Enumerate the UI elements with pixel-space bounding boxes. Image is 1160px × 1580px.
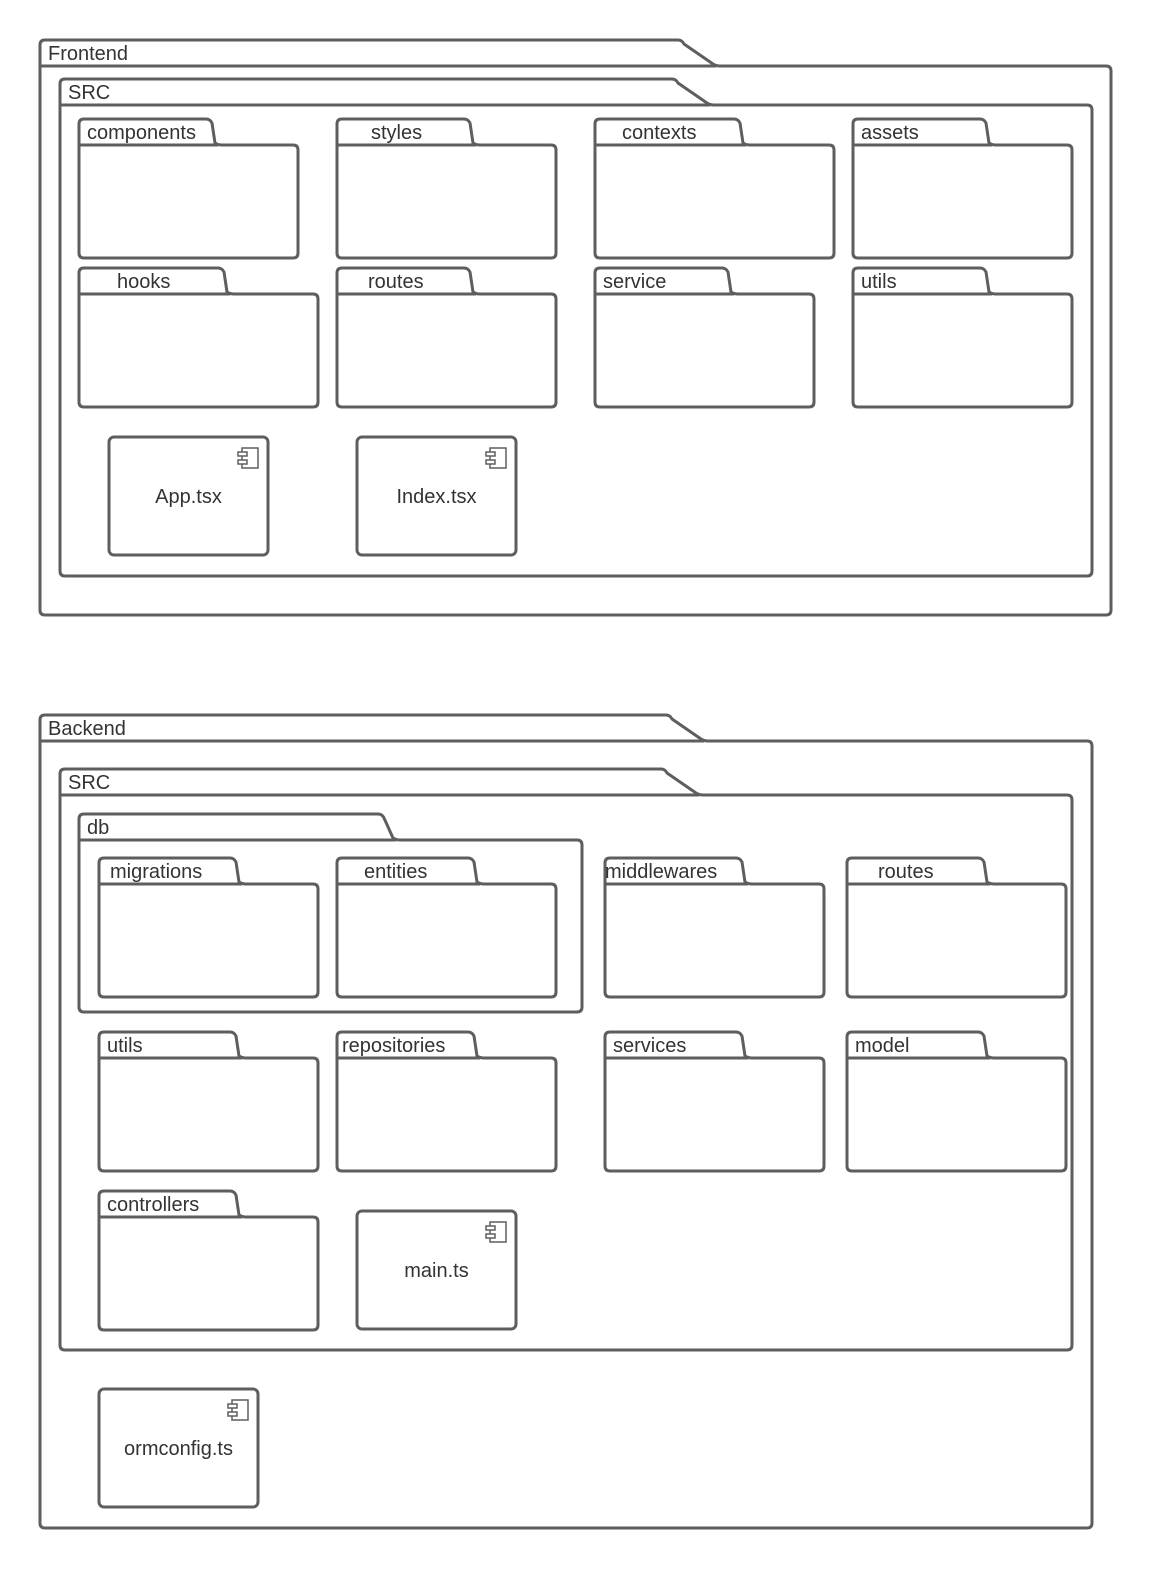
package-label: middlewares bbox=[605, 861, 717, 883]
package-label: utils bbox=[861, 271, 897, 293]
package-label: SRC bbox=[68, 772, 110, 794]
package-label: hooks bbox=[117, 271, 170, 293]
package-label: entities bbox=[364, 861, 427, 883]
package-label: assets bbox=[861, 122, 919, 144]
package-frontend[interactable]: Frontend SRC components styles contexts asset… bbox=[38, 38, 1113, 617]
component-label: App.tsx bbox=[155, 486, 222, 508]
package-label: migrations bbox=[110, 861, 202, 883]
package-label: controllers bbox=[107, 1194, 199, 1216]
package-label: components bbox=[87, 122, 196, 144]
component-index-tsx[interactable]: Index.tsx bbox=[355, 435, 518, 557]
package-label: service bbox=[603, 271, 666, 293]
component-label: ormconfig.ts bbox=[124, 1438, 233, 1460]
component-ormconfig-ts[interactable]: ormconfig.ts bbox=[97, 1387, 260, 1509]
package-label: model bbox=[855, 1035, 909, 1057]
package-backend-src[interactable]: SRC dbmigrations entities middlewares routes… bbox=[58, 767, 1074, 1352]
package-label: utils bbox=[107, 1035, 143, 1057]
component-main-ts[interactable]: main.ts bbox=[355, 1209, 518, 1331]
package-label: services bbox=[613, 1035, 686, 1057]
package-frontend-src[interactable]: SRC components styles contexts assets hooks ro… bbox=[58, 77, 1094, 578]
package-label: repositories bbox=[342, 1035, 445, 1057]
package-backend[interactable]: Backend SRC dbmigrations entities middleware… bbox=[38, 713, 1094, 1530]
component-label: Index.tsx bbox=[396, 486, 476, 508]
package-label: Frontend bbox=[48, 43, 128, 65]
package-label: routes bbox=[368, 271, 424, 293]
component-label: main.ts bbox=[404, 1260, 468, 1282]
package-label: db bbox=[87, 817, 109, 839]
package-diagram: Frontend SRC components styles contexts asset… bbox=[38, 38, 1113, 1530]
package-label: styles bbox=[371, 122, 422, 144]
package-label: routes bbox=[878, 861, 934, 883]
package-label: Backend bbox=[48, 718, 126, 740]
component-app-tsx[interactable]: App.tsx bbox=[107, 435, 270, 557]
package-db[interactable]: dbmigrations entities bbox=[77, 812, 584, 1014]
package-label: SRC bbox=[68, 82, 110, 104]
package-label: contexts bbox=[622, 122, 696, 144]
